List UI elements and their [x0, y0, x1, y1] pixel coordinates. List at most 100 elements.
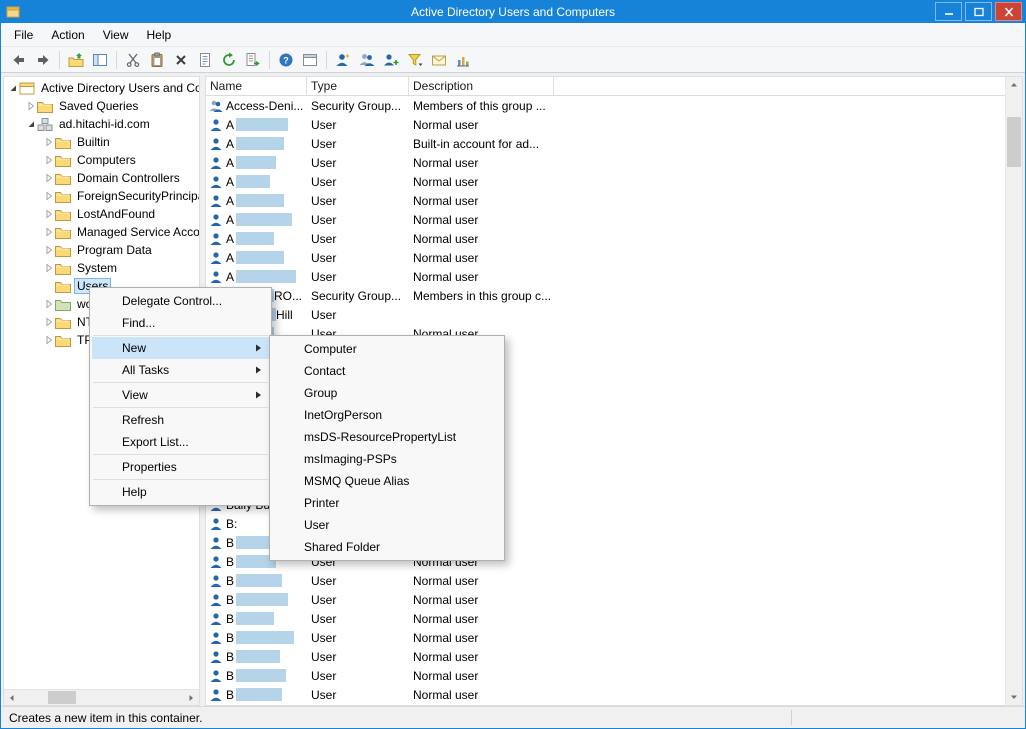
- new-submenu-item-contact[interactable]: Contact: [272, 360, 502, 382]
- column-header-name[interactable]: Name: [206, 77, 307, 95]
- title-bar[interactable]: Active Directory Users and Computers: [1, 1, 1025, 23]
- scroll-up-arrow-icon[interactable]: [1006, 77, 1022, 93]
- expander-collapsed-icon[interactable]: [42, 137, 55, 147]
- list-row[interactable]: AUserNormal user: [206, 153, 1005, 172]
- list-row[interactable]: AUserBuilt-in account for ad...: [206, 134, 1005, 153]
- advanced-button[interactable]: [451, 49, 475, 71]
- show-console-tree-button[interactable]: [88, 49, 112, 71]
- list-row[interactable]: BUserNormal user: [206, 685, 1005, 704]
- list-row[interactable]: ARO...Security Group...Members in this g…: [206, 286, 1005, 305]
- context-menu-item-view[interactable]: View: [92, 384, 269, 406]
- context-menu-item-export-list[interactable]: Export List...: [92, 431, 269, 453]
- tree-item-program-data[interactable]: Program Data: [4, 241, 199, 259]
- scroll-down-arrow-icon[interactable]: [1006, 689, 1022, 705]
- list-row[interactable]: Access-Deni...Security Group...Members o…: [206, 96, 1005, 115]
- minimize-button[interactable]: [935, 2, 962, 21]
- list-row[interactable]: AUserNormal user: [206, 267, 1005, 286]
- expander-collapsed-icon[interactable]: [24, 101, 37, 111]
- paste-button[interactable]: [145, 49, 169, 71]
- expander-collapsed-icon[interactable]: [42, 173, 55, 183]
- expander-collapsed-icon[interactable]: [42, 227, 55, 237]
- expander-collapsed-icon[interactable]: [42, 191, 55, 201]
- new-submenu-item-shared-folder[interactable]: Shared Folder: [272, 536, 502, 558]
- menu-help[interactable]: Help: [138, 24, 181, 46]
- tree-item-system[interactable]: System: [4, 259, 199, 277]
- context-menu-item-refresh[interactable]: Refresh: [92, 409, 269, 431]
- new-submenu-item-user[interactable]: User: [272, 514, 502, 536]
- filter-button[interactable]: [403, 49, 427, 71]
- list-row[interactable]: BUserNormal user: [206, 666, 1005, 685]
- tree-item-saved-queries[interactable]: Saved Queries: [4, 97, 199, 115]
- close-button[interactable]: [995, 2, 1022, 21]
- context-menu-item-delegate-control[interactable]: Delegate Control...: [92, 290, 269, 312]
- tree-item-active-directory-users-and-com[interactable]: Active Directory Users and Com: [4, 79, 199, 97]
- new-submenu-item-inetorgperson[interactable]: InetOrgPerson: [272, 404, 502, 426]
- tree-item-computers[interactable]: Computers: [4, 151, 199, 169]
- tree-item-foreignsecurityprincipal[interactable]: ForeignSecurityPrincipal: [4, 187, 199, 205]
- new-submenu-item-group[interactable]: Group: [272, 382, 502, 404]
- tree-item-ad-hitachi-id-com[interactable]: ad.hitachi-id.com: [4, 115, 199, 133]
- scroll-left-arrow-icon[interactable]: [4, 690, 20, 705]
- horizontal-scroll-thumb[interactable]: [48, 691, 76, 704]
- help-button[interactable]: ?: [274, 49, 298, 71]
- column-header-type[interactable]: Type: [307, 77, 409, 95]
- extra-pane-button[interactable]: [298, 49, 322, 71]
- context-menu-item-properties[interactable]: Properties: [92, 456, 269, 478]
- tree-horizontal-scrollbar[interactable]: [4, 689, 199, 705]
- new-group-button[interactable]: [355, 49, 379, 71]
- list-row[interactable]: AUserNormal user: [206, 248, 1005, 267]
- up-level-button[interactable]: [64, 49, 88, 71]
- context-menu-item-new[interactable]: New: [92, 337, 269, 359]
- list-row[interactable]: HillUser: [206, 305, 1005, 324]
- list-row[interactable]: AUserNormal user: [206, 191, 1005, 210]
- list-row[interactable]: BUserNormal user: [206, 609, 1005, 628]
- new-submenu-item-msmq-queue-alias[interactable]: MSMQ Queue Alias: [272, 470, 502, 492]
- list-row[interactable]: AUserNormal user: [206, 229, 1005, 248]
- expander-collapsed-icon[interactable]: [42, 299, 55, 309]
- expander-collapsed-icon[interactable]: [42, 263, 55, 273]
- list-row[interactable]: BUserNormal user: [206, 647, 1005, 666]
- expander-collapsed-icon[interactable]: [42, 317, 55, 327]
- menu-action[interactable]: Action: [42, 24, 93, 46]
- list-row[interactable]: BUserNormal user: [206, 571, 1005, 590]
- expander-collapsed-icon[interactable]: [42, 155, 55, 165]
- expander-expanded-icon[interactable]: [6, 83, 19, 93]
- tree-item-builtin[interactable]: Builtin: [4, 133, 199, 151]
- refresh-button[interactable]: [217, 49, 241, 71]
- export-list-button[interactable]: [241, 49, 265, 71]
- tree-item-managed-service-accoun[interactable]: Managed Service Accoun: [4, 223, 199, 241]
- expander-collapsed-icon[interactable]: [42, 245, 55, 255]
- vertical-scroll-thumb[interactable]: [1007, 117, 1021, 167]
- add-member-button[interactable]: [379, 49, 403, 71]
- expander-collapsed-icon[interactable]: [42, 209, 55, 219]
- change-domain-button[interactable]: [427, 49, 451, 71]
- column-header-description[interactable]: Description: [409, 77, 554, 95]
- back-button[interactable]: [7, 49, 31, 71]
- scroll-right-arrow-icon[interactable]: [183, 690, 199, 705]
- menu-view[interactable]: View: [94, 24, 138, 46]
- context-menu-item-help[interactable]: Help: [92, 481, 269, 503]
- new-submenu-item-computer[interactable]: Computer: [272, 338, 502, 360]
- list-row[interactable]: BUserNormal user: [206, 590, 1005, 609]
- tree-item-domain-controllers[interactable]: Domain Controllers: [4, 169, 199, 187]
- new-submenu-item-msimaging-psps[interactable]: msImaging-PSPs: [272, 448, 502, 470]
- menu-file[interactable]: File: [5, 24, 42, 46]
- context-menu-item-find[interactable]: Find...: [92, 312, 269, 334]
- list-row[interactable]: AUserNormal user: [206, 172, 1005, 191]
- list-row[interactable]: AUserNormal user: [206, 210, 1005, 229]
- new-submenu-item-msds-resourcepropertylist[interactable]: msDS-ResourcePropertyList: [272, 426, 502, 448]
- tree-item-lostandfound[interactable]: LostAndFound: [4, 205, 199, 223]
- forward-button[interactable]: [31, 49, 55, 71]
- new-submenu-item-printer[interactable]: Printer: [272, 492, 502, 514]
- list-view-button[interactable]: [193, 49, 217, 71]
- delete-button[interactable]: [169, 49, 193, 71]
- expander-collapsed-icon[interactable]: [42, 335, 55, 345]
- context-menu-item-all-tasks[interactable]: All Tasks: [92, 359, 269, 381]
- new-user-button[interactable]: [331, 49, 355, 71]
- list-vertical-scrollbar[interactable]: [1005, 77, 1022, 705]
- maximize-button[interactable]: [965, 2, 992, 21]
- expander-expanded-icon[interactable]: [24, 119, 37, 129]
- list-row[interactable]: AUserNormal user: [206, 115, 1005, 134]
- list-row[interactable]: BUserNormal user: [206, 628, 1005, 647]
- cut-button[interactable]: [121, 49, 145, 71]
